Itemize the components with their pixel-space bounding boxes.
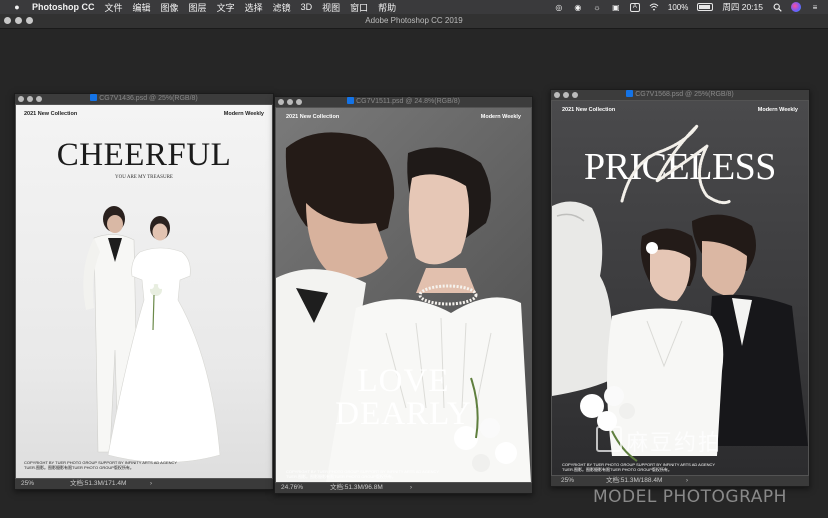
- watermark-text: MODEL PHOTOGRAPH: [593, 487, 787, 507]
- document-canvas[interactable]: 2021 New Collection Modern Weekly CHEERF…: [16, 105, 272, 478]
- menu-layer[interactable]: 图层: [189, 1, 207, 14]
- siri-icon[interactable]: [791, 2, 801, 12]
- poster-tag-right: Modern Weekly: [757, 107, 798, 113]
- psd-file-icon: [347, 97, 355, 104]
- wifi-icon[interactable]: [649, 3, 659, 12]
- document-canvas[interactable]: 2021 New Collection Modern Weekly PRICEL…: [552, 101, 808, 475]
- clock[interactable]: 周四 20:15: [722, 1, 763, 13]
- input-source-a-icon[interactable]: A: [629, 2, 640, 12]
- poster-tag-right: Modern Weekly: [223, 111, 264, 117]
- zoom-level[interactable]: 25%: [21, 479, 34, 489]
- zoom-level[interactable]: 24.76%: [281, 483, 303, 493]
- notification-list-icon[interactable]: ≡: [810, 3, 820, 12]
- status-menu-arrow-icon[interactable]: ›: [150, 479, 152, 489]
- document-window-1[interactable]: CG7V1436.psd @ 25%(RGB/8) 2021 New Colle…: [14, 93, 274, 490]
- couple-photo: [83, 206, 221, 463]
- menu-image[interactable]: 图像: [161, 1, 179, 14]
- zoom-level[interactable]: 25%: [561, 476, 574, 486]
- qq-icon[interactable]: ☼: [592, 3, 602, 12]
- document-status-bar: 25% 文档:51.3M/171.4M ›: [15, 479, 273, 489]
- poster-tag-left: 2021 New Collection: [24, 111, 78, 117]
- poster-copyright: COPYRIGHT BY TUER PHOTO GROUP SUPPORT BY…: [24, 460, 178, 470]
- document-title: CG7V1511.psd @ 24.8%(RGB/8): [356, 98, 460, 105]
- battery-percent: 100%: [667, 2, 689, 12]
- status-menu-arrow-icon[interactable]: ›: [410, 483, 412, 493]
- document-size: 文档:51.3M/188.4M: [606, 477, 663, 484]
- menu-view[interactable]: 视图: [322, 1, 340, 14]
- document-size: 文档:51.3M/96.8M: [330, 484, 383, 491]
- poster-headline-line-1: LOVE: [357, 363, 450, 399]
- app-title-bar[interactable]: Adobe Photoshop CC 2019: [0, 14, 828, 29]
- menu-bar: ● Photoshop CC 文件 编辑 图像 图层 文字 选择 滤镜 3D 视…: [0, 0, 828, 14]
- battery-icon[interactable]: [697, 3, 714, 11]
- document-title-bar[interactable]: CG7V1436.psd @ 25%(RGB/8): [15, 94, 273, 104]
- menu-help[interactable]: 帮助: [378, 1, 396, 14]
- status-menu-arrow-icon[interactable]: ›: [686, 476, 688, 486]
- bullseye-icon[interactable]: ◎: [554, 3, 564, 12]
- document-title: CG7V1568.psd @ 25%(RGB/8): [635, 91, 734, 98]
- document-canvas[interactable]: 2021 New Collection Modern Weekly LOVE D…: [276, 108, 531, 482]
- psd-file-icon: [90, 94, 98, 101]
- menu-filter[interactable]: 滤镜: [273, 1, 291, 14]
- poster-subline: YOU ARE MY TREASURE: [115, 175, 173, 180]
- wechat-icon[interactable]: ◉: [573, 3, 583, 12]
- poster-headline: CHEERFUL: [56, 137, 232, 173]
- document-title-bar[interactable]: CG7V1568.psd @ 25%(RGB/8): [551, 90, 809, 100]
- poster-copyright: COPYRIGHT BY TUER PHOTO GROUP SUPPORT BY…: [286, 469, 440, 479]
- poster-headline-line-2: DEARLY: [335, 396, 472, 432]
- poster-copyright: COPYRIGHT BY TUER PHOTO GROUP SUPPORT BY…: [562, 462, 716, 472]
- document-size: 文档:51.3M/171.4M: [70, 480, 127, 487]
- document-status-bar: 24.76% 文档:51.3M/96.8M ›: [275, 483, 532, 493]
- menu-3d[interactable]: 3D: [301, 2, 313, 12]
- app-menu[interactable]: Photoshop CC: [32, 2, 95, 12]
- document-title-bar[interactable]: CG7V1511.psd @ 24.8%(RGB/8): [275, 97, 532, 107]
- apple-menu-icon[interactable]: ●: [10, 2, 24, 12]
- watermark-logo-text: 麻豆约拍: [626, 431, 723, 456]
- document-title: CG7V1436.psd @ 25%(RGB/8): [99, 95, 198, 102]
- menu-window[interactable]: 窗口: [350, 1, 368, 14]
- psd-file-icon: [626, 90, 634, 97]
- menu-select[interactable]: 选择: [245, 1, 263, 14]
- app-window-title: Adobe Photoshop CC 2019: [365, 16, 463, 25]
- watermark-logo-icon: [596, 426, 622, 452]
- menu-file[interactable]: 文件: [105, 1, 123, 14]
- document-window-2[interactable]: CG7V1511.psd @ 24.8%(RGB/8) 2021 New Col…: [274, 96, 533, 494]
- menu-type[interactable]: 文字: [217, 1, 235, 14]
- menu-edit[interactable]: 编辑: [133, 1, 151, 14]
- search-icon[interactable]: [772, 3, 782, 12]
- status-area: ◎ ◉ ☼ ▣ A 100% 周四 20:15 ≡: [554, 0, 820, 14]
- document-status-bar: 25% 文档:51.3M/188.4M ›: [551, 476, 809, 486]
- camera-icon[interactable]: ▣: [611, 3, 621, 12]
- poster-tag-left: 2021 New Collection: [562, 107, 616, 113]
